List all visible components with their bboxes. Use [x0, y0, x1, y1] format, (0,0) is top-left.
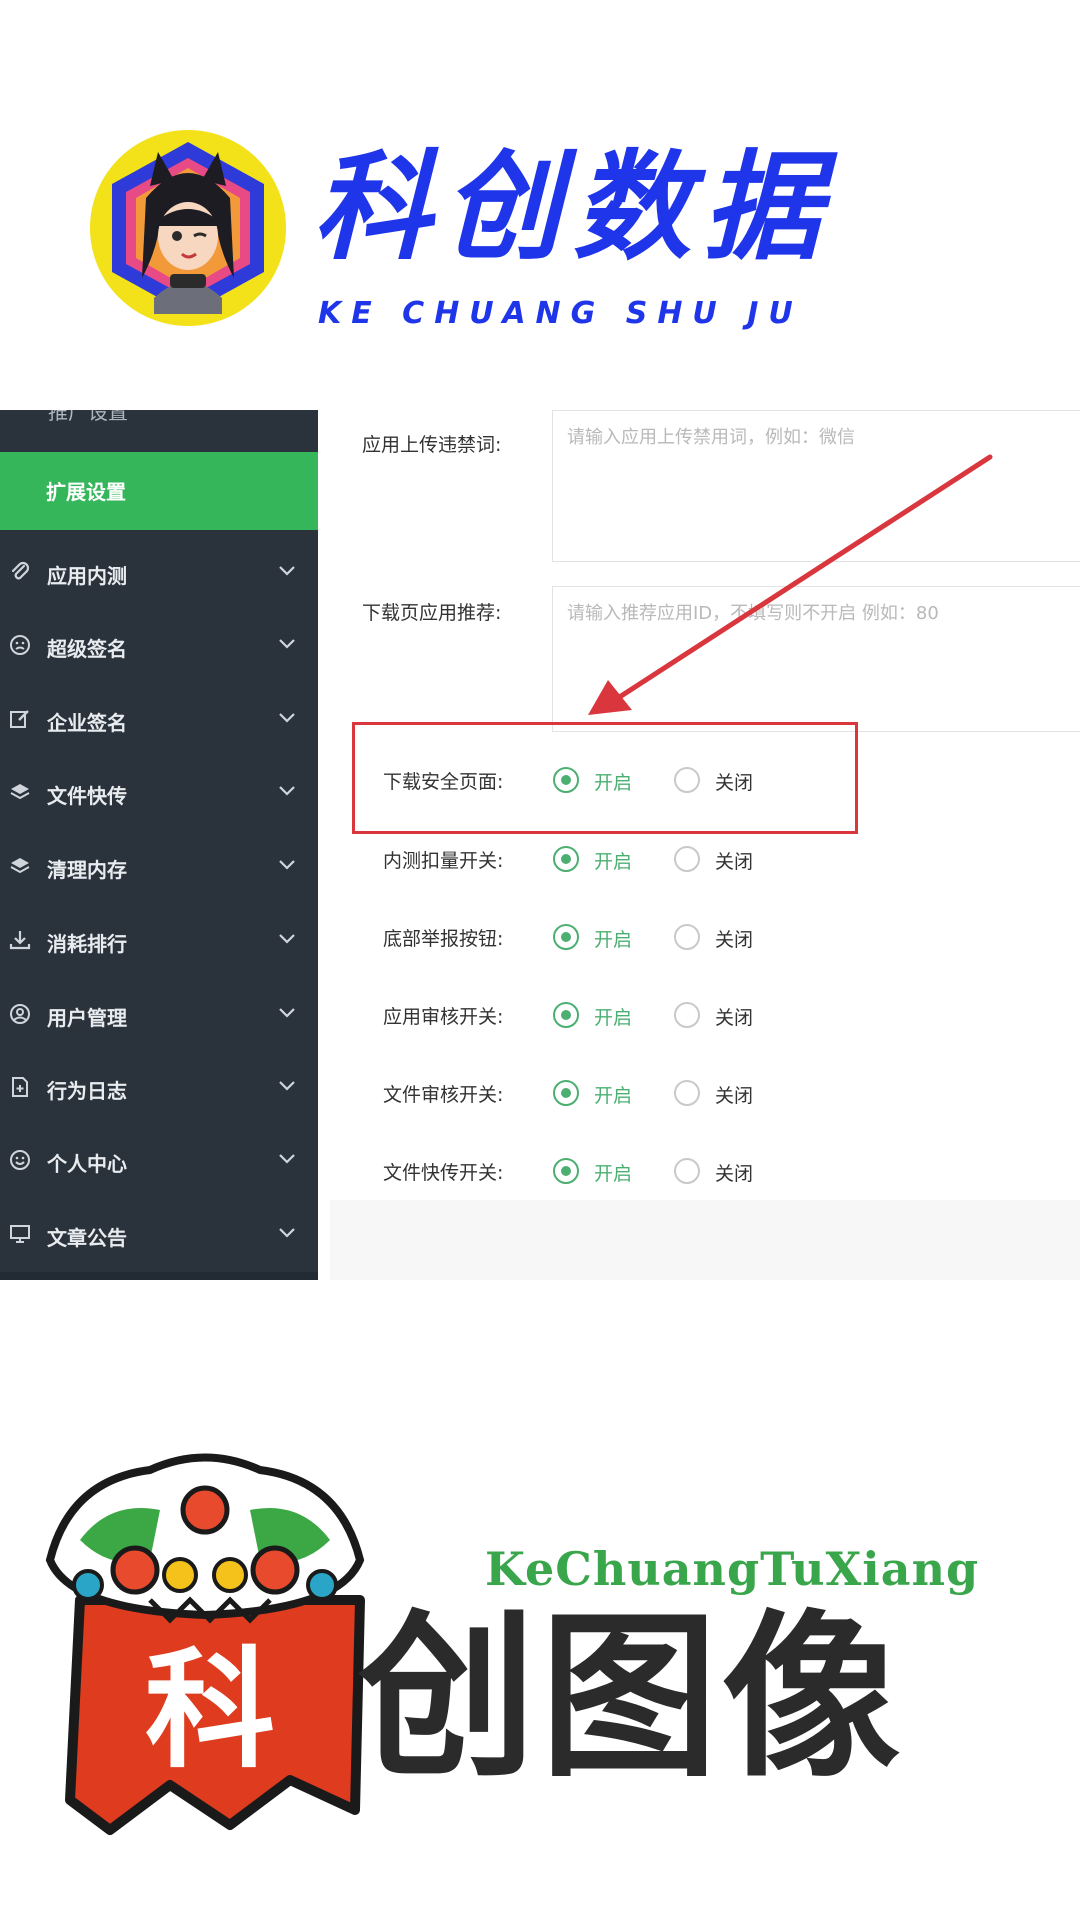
layers-icon [10, 858, 30, 874]
radio-off-app-review[interactable] [674, 1002, 700, 1028]
radio-off-file-review[interactable] [674, 1080, 700, 1106]
sidebar-item-label: 企业签名 [47, 711, 127, 735]
sidebar-item-enterprise-sign[interactable]: 企业签名 [0, 691, 318, 751]
toggle-label-report-button: 底部举报按钮: [383, 928, 504, 950]
radio-on-file-transfer[interactable] [553, 1158, 579, 1184]
toggle-label-file-transfer: 文件快传开关: [383, 1162, 504, 1184]
chevron-down-icon [279, 639, 295, 649]
lion-head-badge-icon: 科 [45, 1453, 365, 1835]
radio-off-beta-deduct[interactable] [674, 846, 700, 872]
edit-icon [10, 710, 29, 728]
chevron-down-icon [279, 1081, 295, 1091]
radio-on-report-button[interactable] [553, 924, 579, 950]
sidebar-footer [0, 1272, 318, 1280]
radio-off-label: 关闭 [715, 1085, 754, 1107]
upload-ban-textarea[interactable]: 请输入应用上传禁用词，例如：微信 [552, 410, 1080, 562]
radio-off-label: 关闭 [715, 851, 754, 873]
sidebar-item-personal-center[interactable]: 个人中心 [0, 1132, 318, 1192]
sidebar-item-behavior-log[interactable]: 行为日志 [0, 1059, 318, 1119]
radio-off-file-transfer[interactable] [674, 1158, 700, 1184]
radio-on-label: 开启 [594, 1163, 633, 1185]
upload-ban-label: 应用上传违禁词: [362, 434, 502, 456]
download-icon [9, 931, 31, 950]
radio-on-label: 开启 [594, 929, 633, 951]
bottom-brand-logo: 科 KeChuangTuXiang 创图像 [40, 1450, 1040, 1850]
paperclip-icon [11, 561, 30, 580]
radio-off-label: 关闭 [715, 1007, 754, 1029]
chevron-down-icon [279, 1228, 295, 1238]
sidebar-item-super-sign[interactable]: 超级签名 [0, 617, 318, 677]
recommend-label: 下载页应用推荐: [362, 602, 502, 624]
radio-on-file-review[interactable] [553, 1080, 579, 1106]
sidebar-item-app-test[interactable]: 应用内测 [0, 544, 318, 604]
sidebar-item-label: 行为日志 [47, 1079, 127, 1103]
radio-off-report-button[interactable] [674, 924, 700, 950]
sidebar-item-label: 扩展设置 [46, 480, 126, 504]
sidebar-item-label: 应用内测 [47, 564, 127, 588]
upload-ban-placeholder: 请输入应用上传禁用词，例如：微信 [567, 427, 855, 448]
layers-icon [10, 784, 30, 800]
sidebar-item-file-transfer[interactable]: 文件快传 [0, 764, 318, 824]
smile-icon [10, 1150, 30, 1170]
radio-on-app-review[interactable] [553, 1002, 579, 1028]
radio-on-beta-deduct[interactable] [553, 846, 579, 872]
toggle-label-app-review: 应用审核开关: [383, 1006, 504, 1028]
content-footer [330, 1200, 1080, 1280]
brand2-name-en: KeChuangTuXiang [485, 1542, 980, 1596]
sidebar-item-label: 个人中心 [47, 1152, 127, 1176]
user-circle-icon [10, 1004, 30, 1024]
page: 科创数据 KE CHUANG SHU JU 推广设置 扩展设置 应用内测 超级签… [0, 0, 1080, 1920]
brand-name-en: KE CHUANG SHU JU [318, 296, 803, 331]
monitor-icon [10, 1225, 30, 1243]
chevron-down-icon [279, 786, 295, 796]
sidebar-item-label: 超级签名 [47, 637, 127, 661]
radio-on-label: 开启 [594, 1007, 633, 1029]
sidebar-item-announcements[interactable]: 文章公告 [0, 1206, 318, 1266]
sidebar-item-label: 文章公告 [47, 1226, 127, 1250]
top-brand-logo: 科创数据 KE CHUANG SHU JU [88, 128, 948, 338]
file-plus-icon [12, 1077, 28, 1097]
radio-on-label: 开启 [594, 1085, 633, 1107]
sidebar-item-label: 用户管理 [47, 1006, 127, 1030]
sidebar-item-label: 消耗排行 [47, 932, 127, 956]
sidebar: 推广设置 扩展设置 应用内测 超级签名 企业签名 文件快传 清理内存 消耗排行 … [0, 410, 318, 1280]
brand-name-cn: 科创数据 [313, 137, 834, 276]
sidebar-item-label: 清理内存 [47, 858, 127, 882]
toggle-label-file-review: 文件审核开关: [383, 1084, 504, 1106]
sidebar-item-label: 文件快传 [47, 784, 127, 808]
face-icon [10, 635, 30, 655]
admin-screenshot: 推广设置 扩展设置 应用内测 超级签名 企业签名 文件快传 清理内存 消耗排行 … [0, 410, 1080, 1280]
chevron-down-icon [279, 1008, 295, 1018]
toggle-label-beta-deduct: 内测扣量开关: [383, 850, 504, 872]
sidebar-item-consumption-rank[interactable]: 消耗排行 [0, 912, 318, 972]
sidebar-item-user-management[interactable]: 用户管理 [0, 986, 318, 1046]
badge-char: 科 [145, 1633, 275, 1786]
radio-off-label: 关闭 [715, 929, 754, 951]
chevron-down-icon [279, 860, 295, 870]
sidebar-item-clear-memory[interactable]: 清理内存 [0, 838, 318, 898]
mascot-badge-icon [90, 130, 286, 326]
radio-off-label: 关闭 [715, 1163, 754, 1185]
highlight-box [352, 722, 858, 834]
chevron-down-icon [279, 1154, 295, 1164]
sidebar-item-active[interactable]: 扩展设置 [0, 452, 318, 530]
chevron-down-icon [279, 566, 295, 576]
chevron-down-icon [279, 934, 295, 944]
radio-on-label: 开启 [594, 851, 633, 873]
recommend-textarea[interactable]: 请输入推荐应用ID，不填写则不开启 例如：80 [552, 586, 1080, 732]
chevron-down-icon [279, 713, 295, 723]
brand2-name-cn: 创图像 [358, 1594, 904, 1801]
recommend-placeholder: 请输入推荐应用ID，不填写则不开启 例如：80 [567, 603, 939, 624]
sidebar-item-cut[interactable]: 推广设置 [48, 410, 128, 425]
